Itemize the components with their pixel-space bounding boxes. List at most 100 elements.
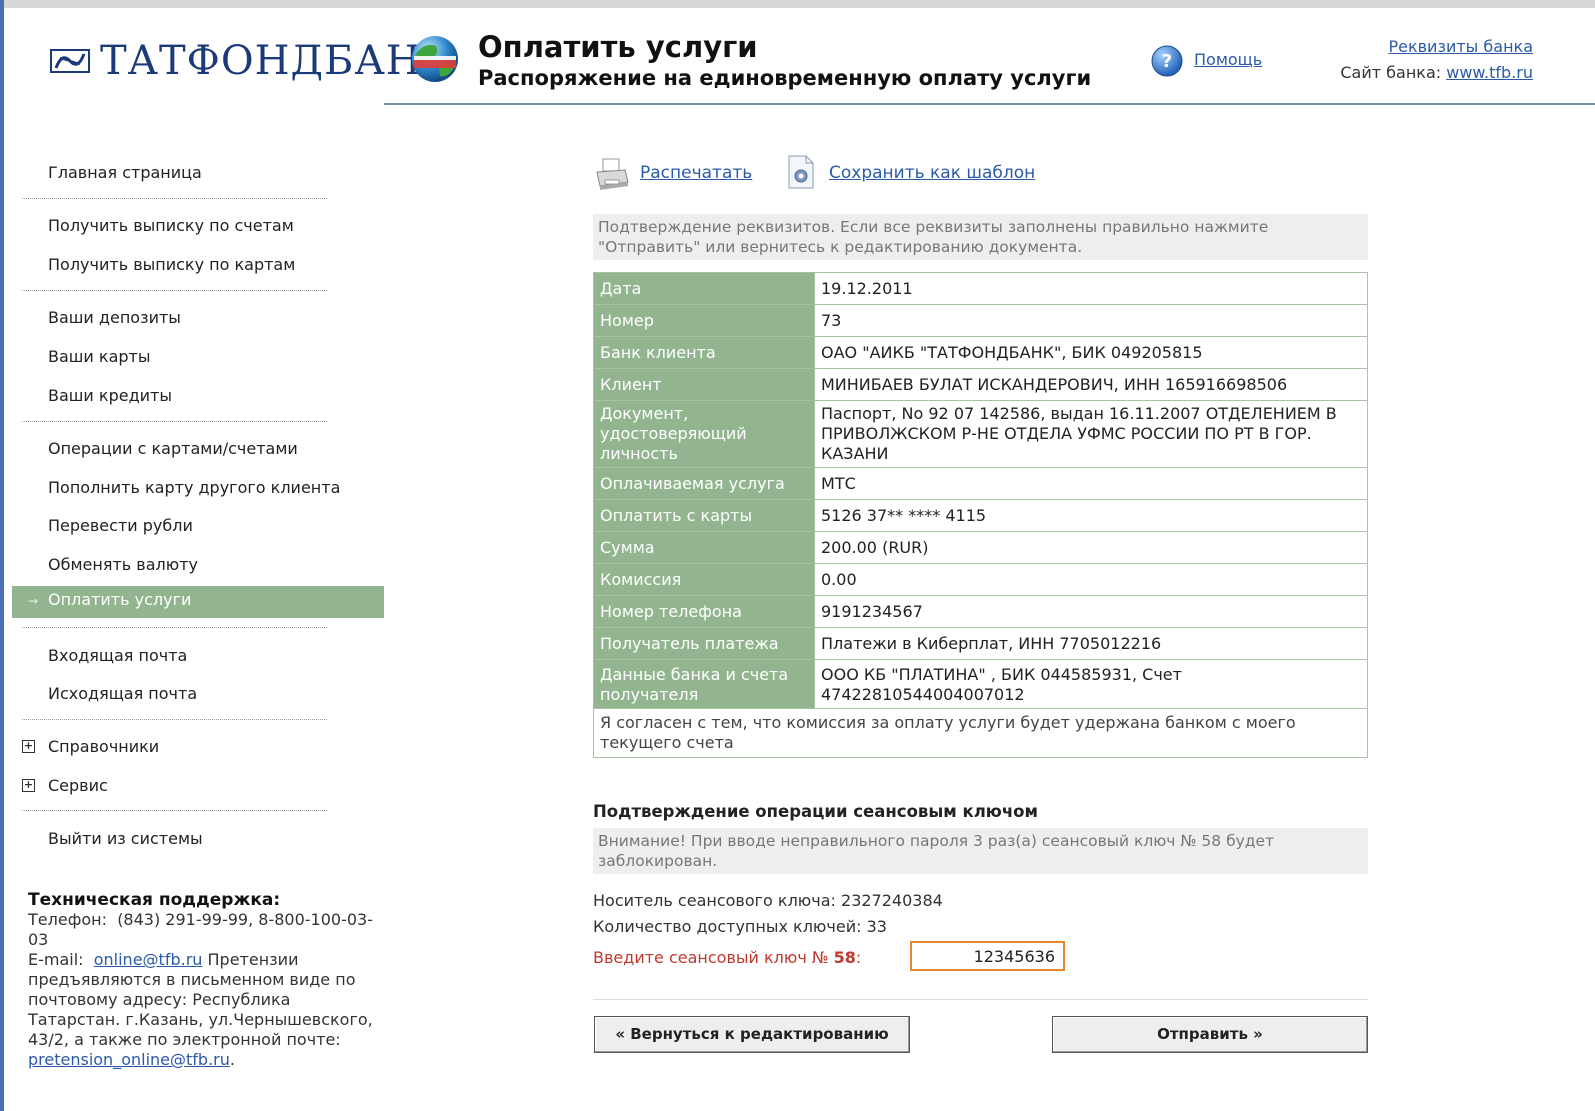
sidebar-item-credits[interactable]: Ваши кредиты [48, 384, 172, 408]
sidebar-separator [22, 421, 327, 422]
sidebar-item-card-operations[interactable]: Операции с картами/счетами [48, 437, 298, 461]
support-title: Техническая поддержка: [28, 890, 281, 910]
support-phone: Телефон: (843) 291-99-99, 8-800-100-03-0… [28, 910, 384, 950]
divider [593, 999, 1368, 1000]
bank-details-link[interactable]: Реквизиты банка [1388, 37, 1533, 56]
table-row: Банк клиента ОАО "АИКБ "ТАТФОНДБАНК", БИ… [593, 336, 1368, 369]
detail-key: Номер [593, 304, 815, 337]
save-template-icon[interactable] [786, 154, 816, 190]
sidebar-item-deposits[interactable]: Ваши депозиты [48, 306, 181, 330]
table-row: Номер телефона 9191234567 [593, 595, 1368, 628]
detail-key: Номер телефона [593, 595, 815, 628]
session-available: Количество доступных ключей: 33 [593, 917, 887, 936]
session-key-label-text: Введите сеансовый ключ № [593, 948, 829, 967]
print-link[interactable]: Распечатать [640, 163, 752, 183]
table-row: Дата 19.12.2011 [593, 272, 1368, 305]
session-key-label-suffix: : [855, 948, 862, 967]
expand-plus-icon[interactable]: + [22, 740, 35, 753]
detail-key: Дата [593, 272, 815, 305]
sidebar-item-card-statement[interactable]: Получить выписку по картам [48, 253, 295, 277]
session-carrier: Носитель сеансового ключа: 2327240384 [593, 891, 943, 910]
table-row: Получатель платежа Платежи в Киберплат, … [593, 627, 1368, 660]
session-key-number: 58 [833, 948, 856, 967]
confirm-note: Подтверждение реквизитов. Если все рекви… [593, 214, 1368, 260]
logo-text: ТАТФОНДБАНК [100, 38, 454, 84]
sidebar-item-topup-other-card[interactable]: Пополнить карту другого клиента [48, 476, 340, 500]
table-row: Номер 73 [593, 304, 1368, 337]
bank-site-label: Сайт банка: [1340, 63, 1442, 82]
sidebar-item-home[interactable]: Главная страница [48, 161, 202, 185]
sidebar-separator [22, 810, 327, 811]
table-row: Документ, удостоверяющий личность Паспор… [593, 400, 1368, 468]
table-row: Оплачиваемая услуга МТС [593, 467, 1368, 500]
detail-key: Оплачиваемая услуга [593, 467, 815, 500]
sidebar-separator [22, 719, 327, 720]
detail-value: ООО КБ "ПЛАТИНА" , БИК 044585931, Счет 4… [814, 659, 1368, 709]
detail-key: Сумма [593, 531, 815, 564]
detail-key: Комиссия [593, 563, 815, 596]
session-key-title: Подтверждение операции сеансовым ключом [593, 802, 1038, 821]
bank-logo[interactable]: ТАТФОНДБАНК [50, 38, 454, 84]
agreement-text: Я согласен с тем, что комиссия за оплату… [593, 708, 1368, 758]
window-top-border [0, 0, 1595, 8]
sidebar-item-account-statement[interactable]: Получить выписку по счетам [48, 214, 294, 238]
send-button[interactable]: Отправить » [1052, 1016, 1368, 1053]
table-row: Сумма 200.00 (RUR) [593, 531, 1368, 564]
table-row: Я согласен с тем, что комиссия за оплату… [593, 708, 1368, 758]
tech-support: Техническая поддержка: Телефон: (843) 29… [28, 890, 384, 1070]
session-key-input[interactable] [910, 941, 1065, 971]
detail-key: Оплатить с карты [593, 499, 815, 532]
table-row: Клиент МИНИБАЕВ БУЛАТ ИСКАНДЕРОВИЧ, ИНН … [593, 368, 1368, 401]
sidebar-item-outbox[interactable]: Исходящая почта [48, 682, 197, 706]
back-to-edit-button[interactable]: « Вернуться к редактированию [594, 1016, 910, 1053]
detail-key: Банк клиента [593, 336, 815, 369]
detail-value: МТС [814, 467, 1368, 500]
sidebar-separator [22, 627, 327, 628]
sidebar-item-service[interactable]: Сервис [48, 774, 108, 798]
globe-icon [412, 36, 458, 82]
printer-icon[interactable] [594, 156, 630, 192]
help-link[interactable]: Помощь [1194, 50, 1262, 69]
detail-key: Клиент [593, 368, 815, 401]
payment-details-table: Дата 19.12.2011 Номер 73 Банк клиента ОА… [593, 272, 1368, 758]
support-email-link[interactable]: online@tfb.ru [94, 950, 203, 969]
session-warning: Внимание! При вводе неправильного пароля… [593, 828, 1368, 874]
support-email-block: E-mail: online@tfb.ru Претензии предъявл… [28, 950, 373, 1069]
detail-value: 9191234567 [814, 595, 1368, 628]
detail-value: 73 [814, 304, 1368, 337]
detail-key: Данные банка и счета получателя [593, 659, 815, 709]
detail-value: 0.00 [814, 563, 1368, 596]
sidebar-separator [22, 198, 327, 199]
header-divider [384, 103, 1595, 105]
detail-value: 200.00 (RUR) [814, 531, 1368, 564]
page-title: Оплатить услуги [478, 30, 758, 64]
support-claims-email-link[interactable]: pretension_online@tfb.ru [28, 1050, 230, 1069]
window-left-border [0, 0, 4, 1111]
expand-plus-icon[interactable]: + [22, 779, 35, 792]
bank-site: Сайт банка: www.tfb.ru [1340, 63, 1533, 82]
sidebar-separator [22, 290, 327, 291]
bank-site-link[interactable]: www.tfb.ru [1446, 63, 1533, 82]
sidebar-item-directories[interactable]: Справочники [48, 735, 159, 759]
sidebar-item-inbox[interactable]: Входящая почта [48, 644, 187, 668]
sidebar-item-label[interactable]: Оплатить услуги [48, 590, 191, 609]
save-template-link[interactable]: Сохранить как шаблон [829, 163, 1035, 183]
page-subtitle: Распоряжение на единовременную оплату ус… [478, 66, 1092, 90]
table-row: Комиссия 0.00 [593, 563, 1368, 596]
detail-value: 19.12.2011 [814, 272, 1368, 305]
svg-text:?: ? [1162, 51, 1172, 72]
detail-value: Платежи в Киберплат, ИНН 7705012216 [814, 627, 1368, 660]
sidebar-item-cards[interactable]: Ваши карты [48, 345, 150, 369]
table-row: Оплатить с карты 5126 37** **** 4115 [593, 499, 1368, 532]
sidebar-item-exchange[interactable]: Обменять валюту [48, 553, 198, 577]
table-row: Данные банка и счета получателя ООО КБ "… [593, 659, 1368, 709]
detail-value: Паспорт, No 92 07 142586, выдан 16.11.20… [814, 400, 1368, 468]
sidebar-item-logout[interactable]: Выйти из системы [48, 827, 203, 851]
help-icon[interactable]: ? [1150, 44, 1184, 78]
support-email-label: E-mail: [28, 950, 84, 969]
arrow-right-icon: → [28, 594, 39, 608]
logo-mark-icon [50, 49, 90, 73]
session-key-label: Введите сеансовый ключ № 58: [593, 948, 861, 967]
sidebar-item-transfer-rubles[interactable]: Перевести рубли [48, 514, 193, 538]
detail-value: ОАО "АИКБ "ТАТФОНДБАНК", БИК 049205815 [814, 336, 1368, 369]
